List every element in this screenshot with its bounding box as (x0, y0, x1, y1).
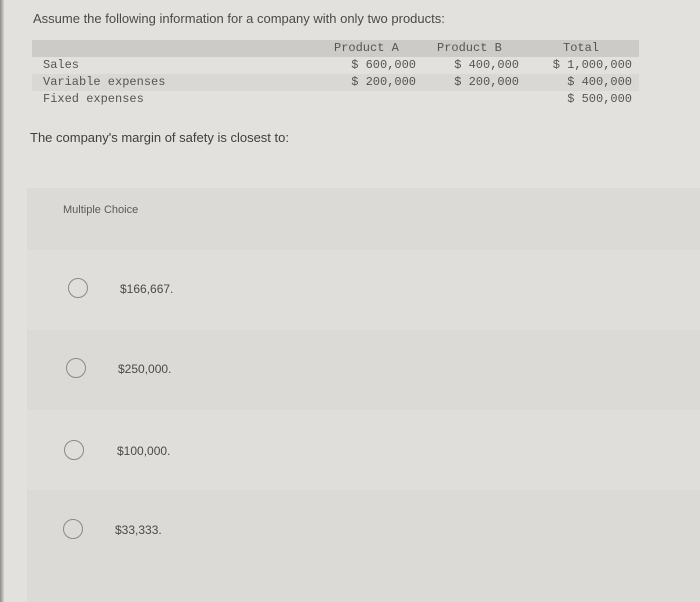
row-label: Sales (43, 58, 80, 72)
cell-product-b: $ 200,000 (454, 75, 519, 89)
radio-button[interactable] (66, 358, 86, 378)
choice-label: $250,000. (118, 362, 172, 376)
radio-button[interactable] (68, 278, 88, 298)
choice-option-1[interactable]: $166,667. (27, 250, 700, 330)
cell-product-b: $ 400,000 (454, 58, 519, 72)
intro-text: Assume the following information for a c… (33, 11, 445, 26)
cell-total: $ 500,000 (567, 92, 632, 106)
table-header: Product A Product B Total (32, 40, 639, 57)
cell-product-a: $ 200,000 (351, 75, 416, 89)
row-label: Fixed expenses (43, 92, 144, 106)
choice-label: $100,000. (117, 444, 171, 458)
radio-button[interactable] (63, 519, 83, 539)
product-data-table: Product A Product B Total Sales $ 600,00… (32, 40, 639, 108)
table-row-variable-expenses: Variable expenses $ 200,000 $ 200,000 $ … (32, 74, 639, 91)
row-label: Variable expenses (43, 75, 166, 89)
multiple-choice-title: Multiple Choice (63, 204, 139, 216)
window-edge (0, 0, 4, 602)
header-product-a: Product A (334, 41, 399, 55)
question-text: The company's margin of safety is closes… (30, 130, 289, 145)
radio-button[interactable] (64, 440, 84, 460)
multiple-choice-panel: Multiple Choice $166,667. $250,000. $100… (27, 188, 700, 602)
choice-label: $33,333. (115, 523, 162, 537)
header-total: Total (563, 41, 600, 55)
choice-option-3[interactable]: $100,000. (27, 410, 700, 490)
cell-product-a: $ 600,000 (351, 58, 416, 72)
cell-total: $ 400,000 (567, 75, 632, 89)
table-row-sales: Sales $ 600,000 $ 400,000 $ 1,000,000 (32, 57, 639, 74)
choice-option-2[interactable]: $250,000. (27, 330, 700, 410)
choice-label: $166,667. (120, 282, 174, 296)
header-product-b: Product B (437, 41, 502, 55)
cell-total: $ 1,000,000 (552, 58, 632, 72)
table-row-fixed-expenses: Fixed expenses $ 500,000 (32, 91, 639, 108)
choice-option-4[interactable]: $33,333. (27, 490, 700, 570)
